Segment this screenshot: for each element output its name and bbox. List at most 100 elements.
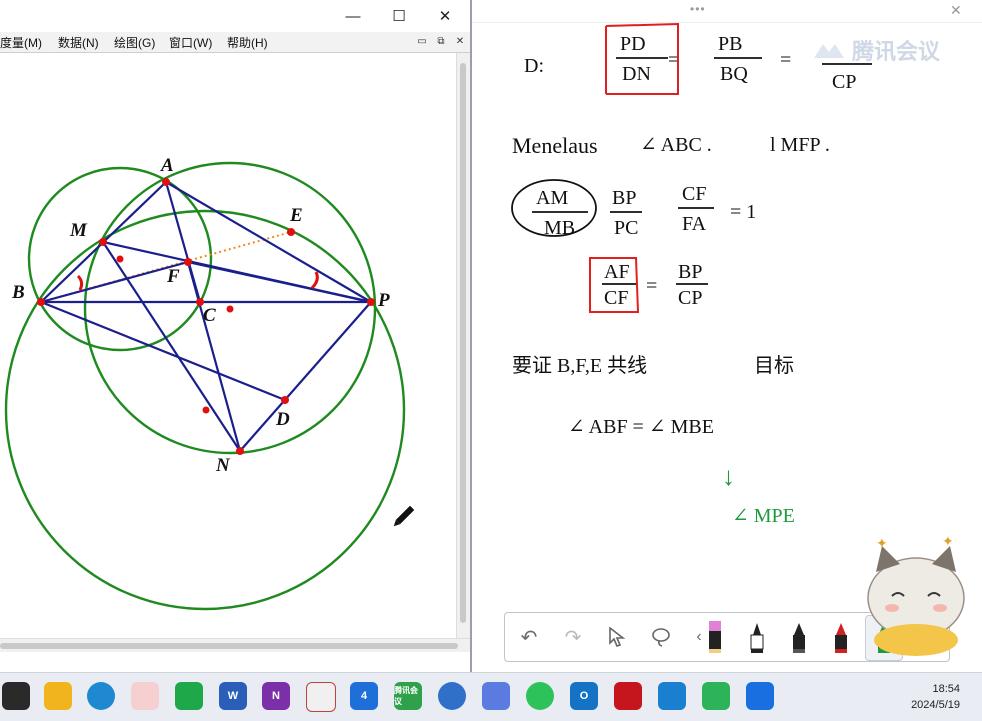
note-f2-num: PB <box>718 33 742 55</box>
point-b[interactable] <box>37 298 45 306</box>
point-n[interactable] <box>236 447 244 455</box>
label-n: N <box>215 455 231 476</box>
menu-bar: 度量(M) 数据(N) 绘图(G) 窗口(W) 帮助(H) ▭ ⧉ ✕ <box>0 32 470 53</box>
center-point-2[interactable] <box>226 305 234 313</box>
geometers-sketchpad-icon[interactable] <box>438 682 466 710</box>
label-c: C <box>203 305 216 326</box>
note-target: 目标 <box>754 354 794 377</box>
outlook-icon[interactable]: O <box>570 682 598 710</box>
menu-help[interactable]: 帮助(H) <box>227 34 268 51</box>
wechat-icon[interactable] <box>526 682 554 710</box>
point-p[interactable] <box>367 298 375 306</box>
point-a[interactable] <box>162 178 170 186</box>
maximize-button[interactable]: ☐ <box>376 0 422 32</box>
note-pc1: PC <box>614 217 638 239</box>
center-point-3[interactable] <box>202 406 210 414</box>
note-cf1: CF <box>682 183 706 205</box>
app-4-icon[interactable]: 4 <box>350 682 378 710</box>
point-f[interactable] <box>184 258 192 266</box>
note-menelaus: Menelaus <box>512 133 598 158</box>
note-f2-den: BQ <box>720 63 748 85</box>
note-angle-eq: ∠ ABF = ∠ MBE <box>568 416 714 438</box>
note-bp2: BP <box>678 261 702 283</box>
label-p: P <box>377 290 390 311</box>
vertical-scrollbar[interactable] <box>456 53 470 638</box>
sticker-star-1: ✦ <box>876 537 888 552</box>
angle-mark-b <box>76 274 84 291</box>
menu-window[interactable]: 窗口(W) <box>169 34 212 51</box>
undo-button[interactable]: ↶ <box>513 621 545 653</box>
cat-body <box>874 624 958 656</box>
note-eq2: = <box>646 275 657 297</box>
note-want: 要证 B,F,E 共线 <box>512 354 647 377</box>
label-a: A <box>160 155 174 176</box>
drawing-canvas[interactable]: A B C D E F M N P <box>0 53 456 638</box>
store-icon[interactable] <box>175 682 203 710</box>
system-clock[interactable]: 18:54 2024/5/19 <box>911 681 960 713</box>
marker-black-icon <box>793 623 805 653</box>
label-b: B <box>11 282 25 303</box>
vertical-scroll-thumb[interactable] <box>460 63 466 623</box>
segment-bd <box>40 300 286 402</box>
menu-draw[interactable]: 绘图(G) <box>114 34 155 51</box>
point-e[interactable] <box>287 228 295 236</box>
word-icon[interactable]: W <box>219 682 247 710</box>
status-area <box>0 652 470 672</box>
ink-icon[interactable] <box>482 682 510 710</box>
redo-button[interactable]: ↷ <box>557 621 589 653</box>
geometry-figure: A B C D E F M N P <box>4 155 415 611</box>
note-line-mfp: l MFP . <box>770 134 830 156</box>
label-f: F <box>166 266 180 287</box>
doc-close-button[interactable]: ✕ <box>452 34 468 49</box>
note-eq-b: = <box>780 49 791 71</box>
marker-black-button[interactable] <box>783 617 815 657</box>
marker-red-button[interactable] <box>825 617 857 657</box>
tencent-meeting-icon[interactable]: 腾讯会议 <box>394 682 422 710</box>
menu-measure[interactable]: 度量(M) <box>0 34 42 51</box>
sticker-star-2: ✦ <box>942 535 954 550</box>
vscode-icon[interactable] <box>658 682 686 710</box>
meeting-icon[interactable] <box>746 682 774 710</box>
sketchpad-window: — ☐ ✕ 度量(M) 数据(N) 绘图(G) 窗口(W) 帮助(H) ▭ ⧉ … <box>0 0 470 672</box>
edge-icon[interactable] <box>87 682 115 710</box>
note-af: AF <box>604 261 630 283</box>
snipping-icon[interactable] <box>306 682 336 712</box>
note-fa1: FA <box>682 213 707 235</box>
lasso-tool-button[interactable] <box>645 621 677 653</box>
highlighter-pink-button[interactable] <box>699 617 731 657</box>
segment-fn <box>186 261 242 452</box>
taskbar: W N 4 腾讯会议 O 18:54 2024/5/19 <box>0 672 982 721</box>
clock-date: 2024/5/19 <box>911 699 960 711</box>
center-point-1[interactable] <box>116 255 124 263</box>
note-cf2: CF <box>604 287 628 309</box>
point-d[interactable] <box>281 396 289 404</box>
note-f3-den: CP <box>832 71 856 93</box>
menu-data[interactable]: 数据(N) <box>58 34 99 51</box>
pdf-icon[interactable] <box>614 682 642 710</box>
pointer-icon <box>609 627 626 647</box>
cat-cheek-right <box>933 604 947 612</box>
remote-icon[interactable] <box>702 682 730 710</box>
note-arrow: ↓ <box>722 462 735 491</box>
clock-time: 18:54 <box>932 683 960 695</box>
onenote-icon[interactable]: N <box>262 682 290 710</box>
minimize-button[interactable]: — <box>330 0 376 32</box>
doc-restore-button[interactable]: ⧉ <box>433 34 449 49</box>
close-button[interactable]: ✕ <box>422 0 468 32</box>
file-explorer-icon[interactable] <box>44 682 72 710</box>
horizontal-scrollbar[interactable] <box>0 638 470 653</box>
horizontal-scroll-thumb[interactable] <box>0 643 458 649</box>
note-bp1: BP <box>612 187 636 209</box>
label-d: D <box>275 409 290 430</box>
segment-pn <box>239 301 372 452</box>
cloud-icon[interactable] <box>131 682 159 710</box>
pen-black-button[interactable] <box>741 617 773 657</box>
doc-minimize-button[interactable]: ▭ <box>414 34 430 49</box>
start-icon[interactable] <box>2 682 30 710</box>
note-f1-num: PD <box>620 33 646 55</box>
note-f1-den: DN <box>622 63 651 85</box>
label-m: M <box>69 220 88 241</box>
select-tool-button[interactable] <box>601 621 633 653</box>
note-am: AM <box>536 187 568 209</box>
point-m[interactable] <box>99 238 107 246</box>
